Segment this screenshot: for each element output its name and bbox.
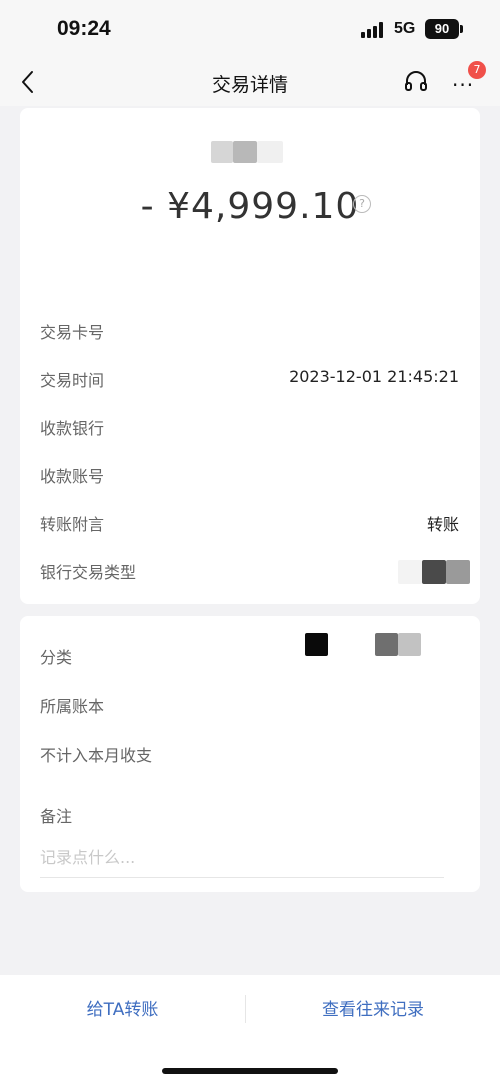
- status-time: 09:24: [57, 17, 111, 40]
- more-dots-icon: ···: [452, 73, 475, 97]
- transaction-time-value: 2023-12-01 21:45:21: [289, 367, 459, 386]
- headset-icon: [405, 71, 427, 91]
- bank-transaction-type-label: 银行交易类型: [40, 563, 137, 582]
- battery-level: 90: [434, 21, 450, 36]
- redacted-type-1: [398, 560, 422, 584]
- network-label: 5G: [394, 20, 416, 37]
- card-number-label: 交易卡号: [40, 323, 105, 342]
- nav-bar: 交易详情 ···: [0, 58, 500, 106]
- home-indicator: [162, 1068, 338, 1074]
- view-history-button[interactable]: 查看往来记录: [246, 995, 500, 1023]
- redacted-category-1: [375, 633, 398, 656]
- battery-icon: 90: [425, 19, 459, 39]
- transfer-note-label: 转账附言: [40, 515, 105, 534]
- bookkeeping-card: 分类 所属账本 不计入本月收支 备注: [20, 616, 480, 892]
- redacted-category-2: [398, 633, 421, 656]
- note-underline: [40, 877, 444, 878]
- transfer-to-payee-button[interactable]: 给TA转账: [0, 995, 245, 1023]
- category-icon-redacted[interactable]: [305, 633, 328, 656]
- redacted-type-2: [422, 560, 446, 584]
- bottom-action-bar: 给TA转账 查看往来记录: [0, 975, 500, 1081]
- payee-account-label: 收款账号: [40, 467, 105, 486]
- note-label: 备注: [40, 807, 73, 826]
- exclude-from-monthly-label[interactable]: 不计入本月收支: [40, 742, 152, 766]
- status-bar: 09:24 5G 90: [0, 0, 500, 58]
- note-input[interactable]: [40, 844, 444, 870]
- transaction-time-label: 交易时间: [40, 371, 105, 390]
- transaction-card: - ¥4,999.10 ? 交易卡号 交易时间 2023-12-01 21:45…: [20, 108, 480, 604]
- redacted-merchant-3: [257, 141, 283, 163]
- account-book-label[interactable]: 所属账本: [40, 693, 104, 717]
- redacted-merchant: [211, 141, 233, 163]
- help-icon[interactable]: ?: [353, 195, 371, 213]
- notification-badge: 7: [468, 61, 486, 79]
- redacted-type-3: [446, 560, 470, 584]
- redacted-merchant-2: [233, 141, 257, 163]
- category-label: 分类: [40, 648, 73, 667]
- customer-service-button[interactable]: [402, 68, 430, 96]
- transfer-note-value: 转账: [426, 515, 459, 534]
- battery-cap: [460, 25, 463, 33]
- signal-icon: [361, 22, 387, 38]
- payee-bank-label: 收款银行: [40, 419, 105, 438]
- transaction-amount: - ¥4,999.10: [140, 186, 360, 227]
